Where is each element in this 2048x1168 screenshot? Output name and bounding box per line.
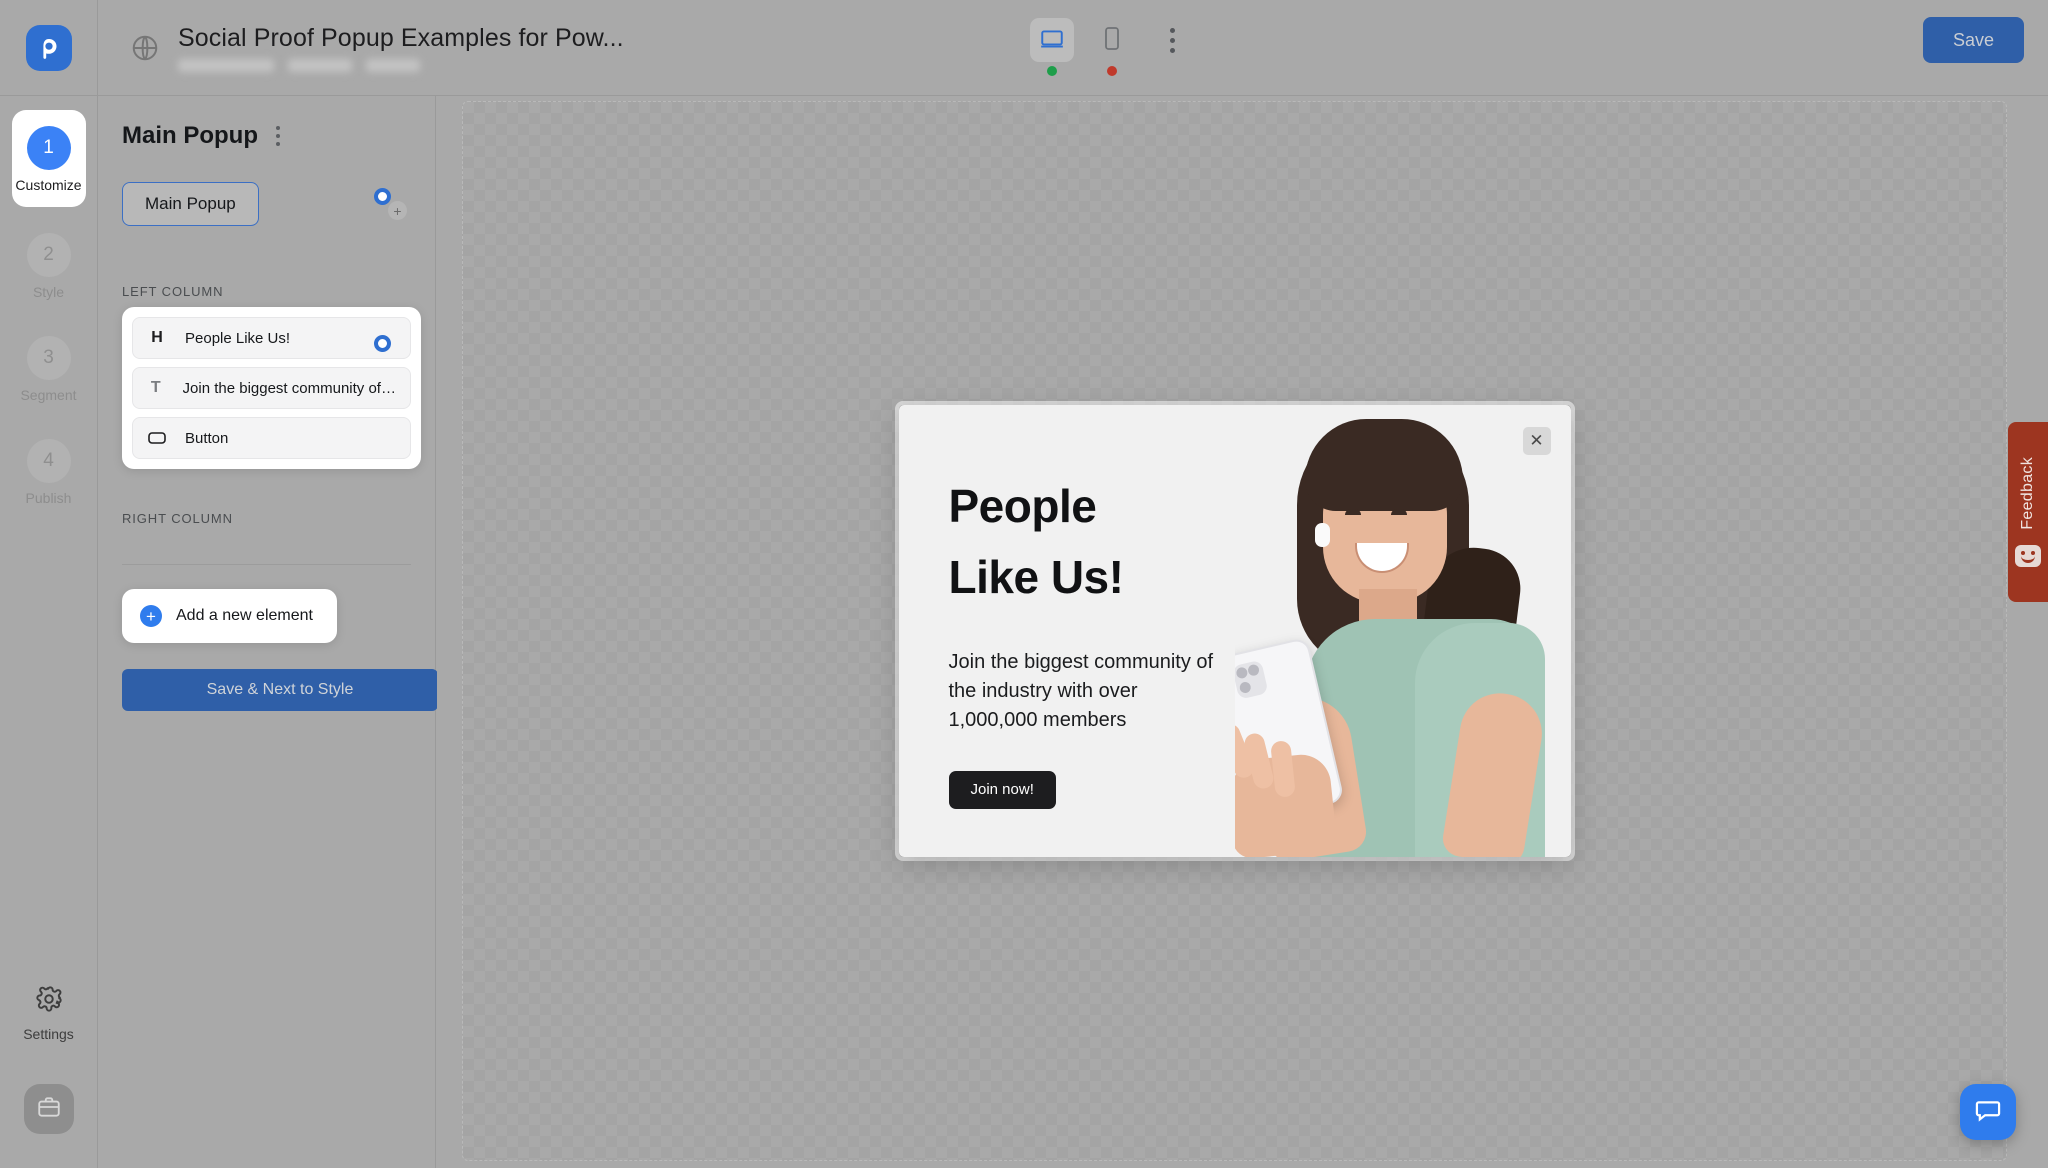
text-icon: T — [150, 379, 161, 396]
briefcase-icon — [36, 1094, 62, 1125]
mobile-icon — [1101, 26, 1123, 55]
briefcase-button[interactable] — [23, 1084, 74, 1134]
popup-preview-frame[interactable]: People Like Us! Join the biggest communi… — [894, 401, 1575, 861]
panel-divider — [122, 564, 411, 565]
step-number: 1 — [26, 126, 71, 170]
page-title: Social Proof Popup Examples for Pow... — [178, 23, 624, 52]
feedback-label: Feedback — [2019, 456, 2036, 530]
subtitle-redacted — [178, 58, 624, 72]
settings-label: Settings — [23, 1026, 74, 1042]
element-label: Button — [185, 429, 229, 447]
tab-main-popup[interactable]: Main Popup — [122, 182, 259, 226]
step-label: Segment — [20, 387, 77, 403]
step-number: 4 — [26, 439, 71, 483]
rail-step-style[interactable]: 2 Style — [12, 221, 86, 310]
heading-icon: H — [151, 329, 163, 346]
element-row-text[interactable]: T Join the biggest community of the i... — [132, 367, 411, 409]
popup-image — [1234, 405, 1571, 857]
left-column-radio[interactable] — [374, 335, 391, 352]
close-icon[interactable]: ✕ — [1522, 427, 1551, 455]
plus-circle-icon: + — [140, 605, 162, 627]
right-column-label: RIGHT COLUMN — [122, 511, 233, 526]
device-preview-toggle — [1030, 18, 1194, 76]
step-label: Style — [32, 284, 65, 300]
mobile-status-dot — [1107, 66, 1117, 76]
left-column-elements: H People Like Us! T Join the biggest com… — [122, 307, 421, 469]
rail-step-segment[interactable]: 3 Segment — [12, 324, 86, 413]
element-label: Join the biggest community of the i... — [182, 379, 396, 397]
desktop-preview-button[interactable] — [1030, 18, 1074, 76]
chat-bubble-icon — [1974, 1096, 2002, 1129]
element-row-button[interactable]: Button — [132, 417, 411, 459]
top-bar: Social Proof Popup Examples for Pow... S… — [0, 0, 2048, 96]
save-and-next-button[interactable]: Save & Next to Style — [122, 669, 438, 711]
popup-heading-line1[interactable]: People — [949, 471, 1262, 542]
woman-with-phone-photo — [1234, 405, 1549, 857]
popup-cta-button[interactable]: Join now! — [948, 770, 1056, 809]
left-column-label: LEFT COLUMN — [122, 284, 224, 299]
feedback-tab[interactable]: Feedback — [2008, 422, 2048, 602]
step-label: Customize — [15, 177, 82, 193]
popup-selected-radio[interactable] — [374, 188, 391, 205]
popup-heading-line2[interactable]: Like Us! — [949, 542, 1262, 613]
add-new-element-button[interactable]: + Add a new element — [122, 589, 337, 643]
popup-body-text[interactable]: Join the biggest community of the indust… — [949, 648, 1214, 735]
add-element-label: Add a new element — [176, 607, 313, 624]
add-popup-button[interactable]: + — [388, 201, 407, 220]
panel-header: Main Popup — [98, 122, 435, 150]
desktop-icon — [1039, 26, 1065, 55]
mobile-preview-button[interactable] — [1090, 18, 1134, 76]
chat-launcher-button[interactable] — [1960, 1084, 2016, 1140]
desktop-status-dot — [1047, 66, 1057, 76]
popup-content-left: People Like Us! Join the biggest communi… — [899, 405, 1262, 857]
element-row-heading[interactable]: H People Like Us! — [132, 317, 411, 359]
popup-logo-icon — [25, 24, 72, 71]
rail-step-publish[interactable]: 4 Publish — [12, 427, 86, 516]
settings-button[interactable]: Settings — [23, 985, 74, 1042]
globe-icon — [130, 33, 160, 63]
button-icon — [147, 432, 167, 444]
gear-icon — [35, 985, 63, 1018]
panel-more-options-button[interactable] — [272, 122, 284, 150]
element-label: People Like Us! — [185, 329, 291, 347]
smiley-icon — [2015, 545, 2041, 568]
customize-panel: Main Popup + Main Popup LEFT COLUMN H Pe… — [98, 96, 438, 1168]
step-number: 3 — [26, 336, 71, 380]
save-button[interactable]: Save — [1922, 17, 2024, 63]
rail-step-customize[interactable]: 1 Customize — [11, 110, 86, 207]
rail-bottom-actions: Settings — [23, 985, 74, 1168]
popup-card: People Like Us! Join the biggest communi… — [898, 405, 1571, 857]
step-number: 2 — [26, 233, 71, 277]
preview-canvas: People Like Us! Join the biggest communi… — [437, 96, 2048, 1168]
canvas-transparent-area: People Like Us! Join the biggest communi… — [462, 101, 2007, 1161]
app-root: Social Proof Popup Examples for Pow... S… — [0, 0, 2048, 1168]
brand-logo[interactable] — [0, 0, 98, 96]
step-rail: 1 Customize 2 Style 3 Segment 4 Publish — [0, 96, 98, 1168]
panel-title: Main Popup — [122, 122, 258, 149]
document-title-block: Social Proof Popup Examples for Pow... — [130, 24, 624, 72]
step-label: Publish — [25, 490, 72, 506]
preview-more-options-button[interactable] — [1150, 18, 1194, 62]
